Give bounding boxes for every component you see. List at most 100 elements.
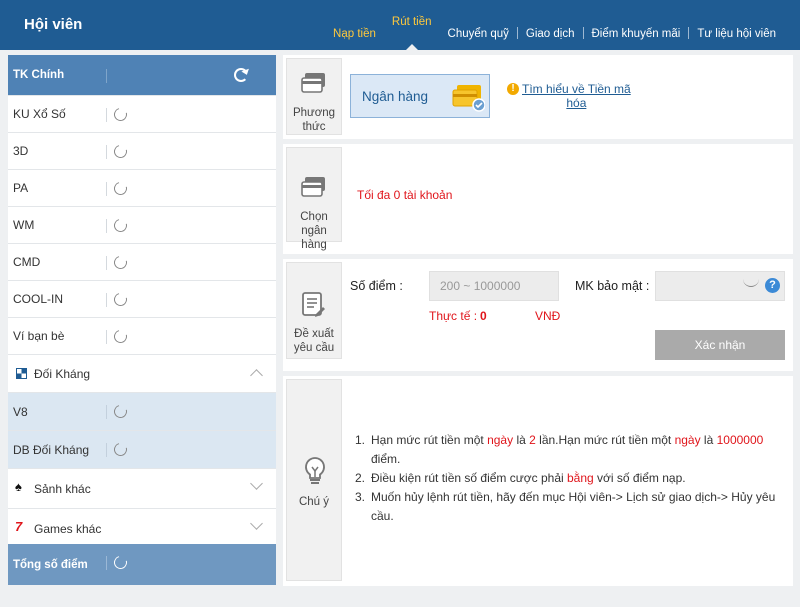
wallet-label: WM xyxy=(13,218,35,232)
divider xyxy=(106,219,107,233)
loading-icon xyxy=(111,327,130,346)
main-account-label: TK Chính xyxy=(13,69,65,81)
seven-icon: 7 xyxy=(15,519,23,534)
card-icon xyxy=(301,177,325,197)
confirm-button[interactable]: Xác nhận xyxy=(655,330,785,360)
note-text: lần.Hạn mức rút tiền một xyxy=(535,433,675,447)
divider xyxy=(106,69,107,83)
bank-caption: Chọn ngân hàng xyxy=(287,210,341,252)
bank-panel: Chọn ngân hàng Tối đa 0 tài khoản xyxy=(283,144,793,254)
actual-value: 0 xyxy=(480,309,487,323)
wallet-label: 3D xyxy=(13,144,29,158)
list-item: 2. Điều kiện rút tiền số điểm cược phải b… xyxy=(355,469,780,488)
divider xyxy=(106,182,107,196)
link-line: Tìm hiểu về Tiền mã xyxy=(522,82,631,96)
sidebar-group-other-lobby[interactable]: ♠ Sảnh khác xyxy=(8,469,276,509)
item-number: 1. xyxy=(355,433,366,447)
divider xyxy=(106,443,107,457)
loading-icon xyxy=(111,179,130,198)
chevron-down-icon xyxy=(250,517,263,530)
page-title: Hội viên xyxy=(24,16,83,33)
note-text: Hạn mức rút tiền một xyxy=(371,433,488,447)
nav-withdraw-label: Rút tiền xyxy=(391,16,432,28)
sidebar-item: KU Xổ Số xyxy=(8,96,276,133)
sidebar-subitem: V8 xyxy=(8,393,276,431)
spade-icon: ♠ xyxy=(15,479,22,494)
list-item: 3. Muốn hủy lệnh rút tiền, hãy đến mục Hộ… xyxy=(355,488,780,526)
active-tab-caret xyxy=(405,44,418,50)
help-icon[interactable]: ? xyxy=(765,278,780,293)
method-panel: Phương thức Ngân hàng ! Tìm hiểu về Tiền … xyxy=(283,55,793,139)
top-nav: Nạp tiền Rút tiền Chuyển quỹ Giao dịch Đ… xyxy=(325,0,784,50)
form-icon xyxy=(302,292,325,317)
note-highlight: ngày xyxy=(487,433,514,447)
crypto-info-link[interactable]: Tìm hiểu về Tiền mã hóa xyxy=(522,82,631,110)
group-label: Games khác xyxy=(34,521,102,536)
checker-icon xyxy=(16,368,27,379)
link-line: hóa xyxy=(566,96,587,110)
group-label: Sảnh khác xyxy=(34,481,91,496)
note-text: điểm. xyxy=(371,452,401,466)
chevron-up-icon xyxy=(250,369,263,382)
bank-card-icon xyxy=(452,85,485,112)
request-panel: Đề xuất yêu cầu Số điểm : 200 ~ 1000000 T… xyxy=(283,259,793,371)
loading-icon xyxy=(111,290,130,309)
sidebar-group-other-games[interactable]: 7 Games khác xyxy=(8,509,276,549)
sidebar-total-points: Tổng số điểm xyxy=(8,544,276,585)
group-label: Đối Kháng xyxy=(34,366,91,381)
sidebar-item: PA xyxy=(8,170,276,207)
refresh-icon[interactable] xyxy=(234,68,248,82)
chevron-down-icon xyxy=(250,477,263,490)
bank-iconbox: Chọn ngân hàng xyxy=(286,147,342,251)
request-iconbox: Đề xuất yêu cầu xyxy=(286,262,342,359)
points-input[interactable]: 200 ~ 1000000 xyxy=(429,271,559,301)
bank-method-button[interactable]: Ngân hàng xyxy=(350,74,490,118)
loading-icon xyxy=(111,216,130,235)
divider xyxy=(106,145,107,159)
currency-label: VNĐ xyxy=(535,309,561,323)
bank-method-label: Ngân hàng xyxy=(362,89,429,104)
sidebar-group-versus[interactable]: Đối Kháng xyxy=(8,355,276,393)
wallet-label: DB Đối Kháng xyxy=(13,442,90,457)
wallet-label: PA xyxy=(13,181,29,195)
sidebar-main-account: TK Chính xyxy=(8,55,276,96)
loading-icon xyxy=(111,440,130,459)
wallet-label: KU Xổ Số xyxy=(13,107,66,121)
divider xyxy=(106,108,107,122)
loading-icon xyxy=(111,105,130,124)
wallet-label: Ví bạn bè xyxy=(13,329,65,343)
nav-member-profile[interactable]: Tư liệu hội viên xyxy=(689,28,784,50)
divider xyxy=(106,293,107,307)
method-iconbox: Phương thức xyxy=(286,58,342,135)
sidebar-item: WM xyxy=(8,207,276,244)
caption-line: thức xyxy=(302,121,326,133)
total-points-label: Tổng số điểm xyxy=(13,558,88,571)
caption-line: ngân hàng xyxy=(301,225,327,251)
divider xyxy=(106,330,107,344)
warning-icon: ! xyxy=(507,83,519,95)
notes-panel: Chú ý 1. Hạn mức rút tiền một ngày là 2 l… xyxy=(283,376,793,586)
caption-line: Đề xuất xyxy=(294,328,334,340)
loading-icon xyxy=(111,402,130,421)
notes-list: 1. Hạn mức rút tiền một ngày là 2 lần.Hạn… xyxy=(355,431,780,526)
nav-transactions[interactable]: Giao dịch xyxy=(518,28,583,50)
wallet-sidebar: TK Chính KU Xổ Số 3D PA WM CMD COOL-IN V… xyxy=(8,55,276,585)
method-caption: Phương thức xyxy=(287,106,341,134)
note-text: Muốn hủy lệnh rút tiền, hãy đến mục Hội … xyxy=(371,490,776,523)
notes-caption: Chú ý xyxy=(298,496,330,508)
nav-withdraw[interactable]: Rút tiền xyxy=(384,16,440,50)
divider xyxy=(106,256,107,270)
wallet-label: CMD xyxy=(13,255,41,269)
sidebar-item: CMD xyxy=(8,244,276,281)
nav-transfer[interactable]: Chuyển quỹ xyxy=(440,28,517,50)
note-highlight: bằng xyxy=(567,471,594,485)
account-limit-text: Tối đa 0 tài khoản xyxy=(357,188,453,202)
nav-promo-points[interactable]: Điểm khuyến mãi xyxy=(584,28,689,50)
note-text: với số điểm nạp. xyxy=(593,471,686,485)
wallet-label: COOL-IN xyxy=(13,292,64,306)
nav-deposit[interactable]: Nạp tiền xyxy=(325,28,384,50)
item-number: 2. xyxy=(355,471,366,485)
note-highlight: 1000000 xyxy=(716,433,764,447)
item-number: 3. xyxy=(355,490,366,504)
card-icon xyxy=(301,73,325,93)
